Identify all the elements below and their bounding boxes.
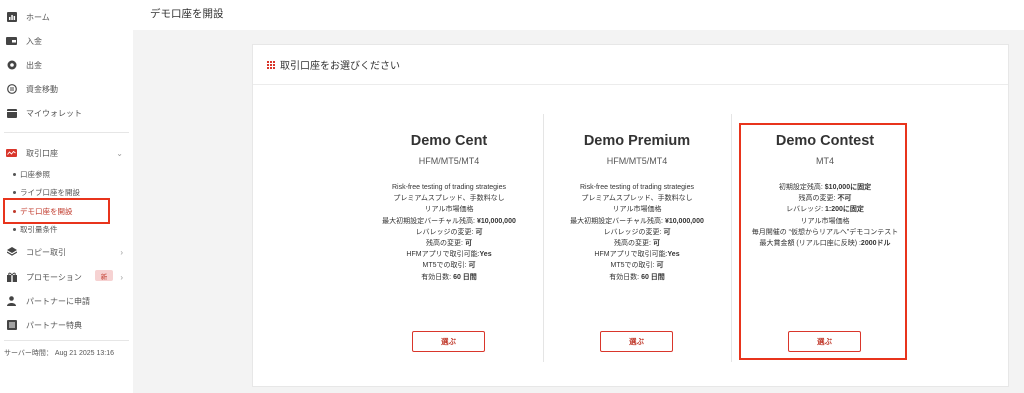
account-card-demo-premium: Demo Premium HFM/MT5/MT4 Risk-free testi… [543, 70, 731, 362]
sidebar-item-promotion[interactable]: プロモーション 新 › [0, 265, 133, 289]
sidebar-item-label: 取引口座 [26, 148, 58, 158]
withdraw-icon [6, 60, 17, 71]
card-features: Risk-free testing of trading strategies … [543, 182, 731, 283]
sidebar-item-home[interactable]: ホーム [0, 5, 133, 29]
sidebar-item-label: 出金 [26, 60, 42, 70]
sidebar-item-label: 入金 [26, 36, 42, 46]
wallet-icon [6, 108, 17, 119]
person-icon [6, 296, 17, 307]
wallet-in-icon [6, 36, 17, 47]
page-title: デモ口座を開設 [150, 8, 224, 20]
trading-icon [6, 148, 17, 159]
card-platform: HFM/MT5/MT4 [606, 156, 668, 166]
chevron-right-icon: › [120, 272, 123, 282]
sidebar-item-label: パートナーに申請 [26, 296, 90, 306]
list-icon [6, 320, 17, 331]
card-title: Demo Cent [410, 133, 488, 149]
sidebar-item-withdraw[interactable]: 出金 [0, 53, 133, 77]
feature-item: レバレッジの変更: 可 [603, 228, 671, 236]
grid-icon [267, 60, 275, 69]
sidebar-divider [4, 340, 129, 341]
sidebar-item-transfer[interactable]: 資金移動 [0, 77, 133, 101]
sidebar-item-deposit[interactable]: 入金 [0, 29, 133, 53]
feature-item: 最大初期設定バーチャル残高: ¥10,000,000 [570, 217, 704, 225]
copy-icon [6, 247, 17, 258]
card-title: Demo Premium [583, 133, 691, 149]
sidebar-item-label: プロモーション [26, 272, 82, 282]
sidebar-item-label: 資金移動 [26, 84, 58, 94]
chart-icon [6, 12, 17, 23]
sidebar-item-label: コピー取引 [26, 247, 66, 257]
feature-item: MT5での取引: 可 [610, 262, 664, 270]
sidebar-item-label: ホーム [26, 12, 50, 22]
chevron-down-icon: ⌄ [116, 148, 123, 158]
sub-item-label: 口座参照 [20, 169, 50, 179]
sub-item-label: 取引量条件 [20, 224, 58, 234]
feature-item: 有効日数: 60 日間 [609, 273, 665, 281]
server-time: サーバー時間： Aug 21 2025 13:16 [4, 350, 115, 357]
card-platform: HFM/MT5/MT4 [418, 156, 480, 166]
bullet-icon [13, 190, 16, 194]
sidebar-item-my-wallet[interactable]: マイウォレット [0, 101, 133, 125]
feature-item: Risk-free testing of trading strategies [580, 184, 694, 191]
sub-item-account-overview[interactable]: 口座参照 [13, 167, 50, 181]
feature-item: 最大初期設定バーチャル残高: ¥10,000,000 [382, 217, 516, 225]
feature-item: 残高の変更: 可 [426, 240, 472, 248]
sidebar-item-label: マイウォレット [26, 108, 82, 118]
feature-item: 有効日数: 60 日間 [421, 273, 477, 281]
sidebar-item-partner-apply[interactable]: パートナーに申請 [0, 289, 133, 313]
account-card-demo-cent: Demo Cent HFM/MT5/MT4 Risk-free testing … [355, 70, 543, 362]
feature-item: プレミアムスプレッド、手数料なし [393, 195, 505, 203]
sidebar-divider [4, 132, 129, 133]
feature-item: 残高の変更: 可 [614, 240, 660, 248]
feature-item: プレミアムスプレッド、手数料なし [581, 195, 693, 203]
select-button[interactable]: 選ぶ [412, 331, 485, 352]
sidebar-item-label: パートナー特典 [26, 320, 82, 330]
sub-item-label: ライブ口座を開設 [20, 187, 80, 197]
new-badge: 新 [95, 270, 113, 281]
sidebar: ホーム 入金 出金 資金移動 マイウォレット 取引口座 ⌄ 口座参照 ライブ口座… [0, 0, 133, 393]
transfer-icon [6, 84, 17, 95]
bullet-icon [13, 227, 16, 231]
feature-item: HFMアプリで取引可能:Yes [594, 251, 680, 259]
select-button[interactable]: 選ぶ [600, 331, 673, 352]
gift-icon [6, 272, 17, 283]
sidebar-item-trading-accounts[interactable]: 取引口座 ⌄ [0, 141, 133, 165]
highlight-box [3, 198, 110, 224]
feature-item: Risk-free testing of trading strategies [392, 184, 506, 191]
feature-item: レバレッジの変更: 可 [415, 228, 483, 236]
chevron-right-icon: › [120, 247, 123, 257]
card-features: Risk-free testing of trading strategies … [355, 182, 543, 283]
sidebar-item-copy-trading[interactable]: コピー取引 › [0, 240, 133, 264]
feature-item: リアル市場価格 [424, 206, 474, 214]
highlight-box [739, 123, 907, 360]
bullet-icon [13, 172, 16, 176]
feature-item: リアル市場価格 [612, 206, 662, 214]
sub-item-open-live[interactable]: ライブ口座を開設 [13, 185, 80, 199]
feature-item: HFMアプリで取引可能:Yes [406, 251, 492, 259]
feature-item: MT5での取引: 可 [422, 262, 476, 270]
sidebar-item-partner-benefits[interactable]: パートナー特典 [0, 313, 133, 337]
sub-item-volume-conditions[interactable]: 取引量条件 [13, 222, 58, 236]
